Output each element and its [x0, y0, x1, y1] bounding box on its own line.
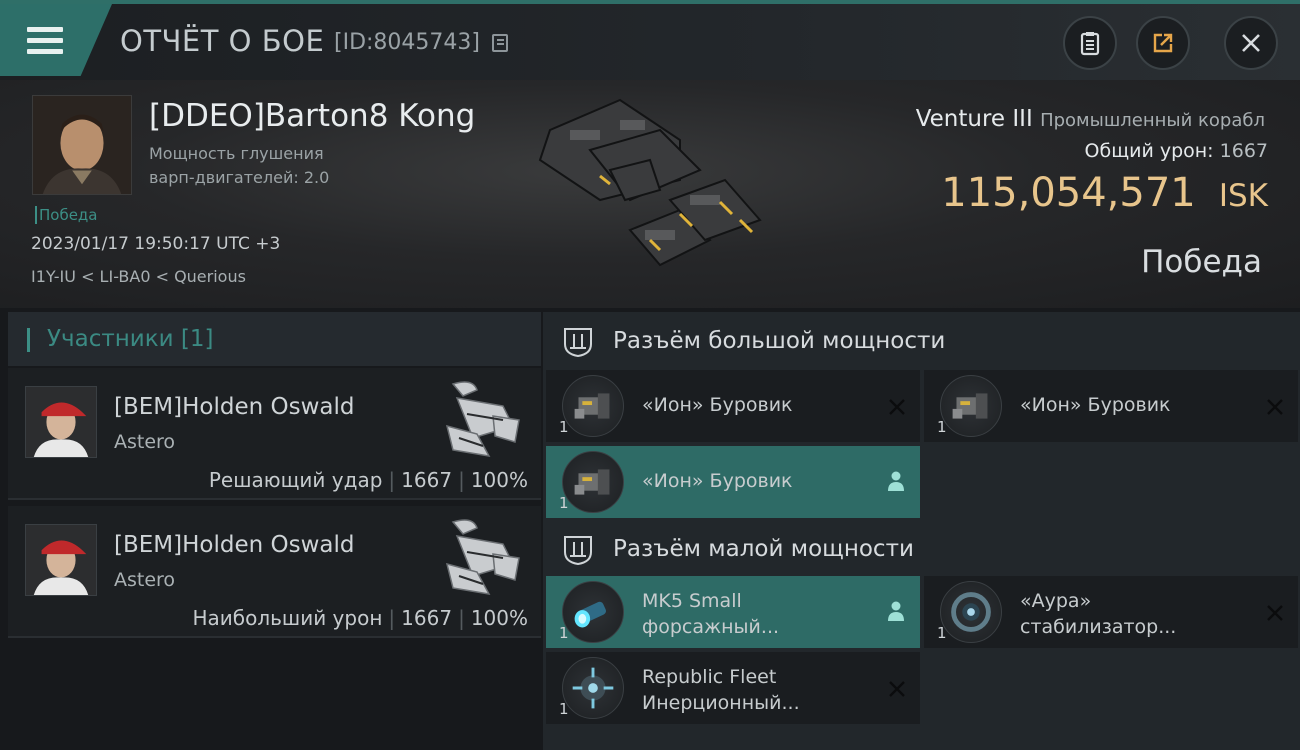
- module-name: MK5 Small форсажный...: [642, 590, 780, 638]
- high-slots-title: Разъём большой мощности: [613, 328, 946, 354]
- ship-class: Промышленный корабл: [1040, 110, 1265, 131]
- module-qty: 1: [559, 700, 569, 718]
- high-slots-header: Разъём большой мощности: [543, 314, 1300, 370]
- low-slots-header: Разъём малой мощности: [543, 522, 1300, 578]
- copy-icon[interactable]: [492, 34, 508, 52]
- isk-amount: 115,054,571: [941, 170, 1196, 216]
- slot-low-icon: [564, 536, 592, 566]
- pilot-icon: [888, 471, 904, 491]
- participant-percent: 100%: [470, 468, 528, 492]
- module-icon: [940, 581, 1002, 643]
- pilot-icon: [888, 601, 904, 621]
- participant-stats: Решающий удар | 1667 | 100%: [208, 468, 528, 492]
- participant-role: Наибольший урон: [192, 606, 383, 630]
- participant-stats: Наибольший урон | 1667 | 100%: [192, 606, 528, 630]
- participant-damage: 1667: [401, 468, 453, 492]
- module-slot[interactable]: 1 «Ион» Буровик: [546, 370, 920, 442]
- isk-value: 115,054,571 ISK: [941, 170, 1268, 216]
- module-slot[interactable]: 1 «Аура» стабилизатор...: [924, 576, 1298, 648]
- destroyed-x-icon: [889, 681, 905, 697]
- module-slot[interactable]: 1 «Ион» Буровик: [924, 370, 1298, 442]
- destroyed-x-icon: [1267, 399, 1283, 415]
- module-slot[interactable]: 1 Republic Fleet Инерционный...: [546, 652, 920, 724]
- close-icon: [1242, 34, 1260, 52]
- participant-damage: 1667: [401, 606, 453, 630]
- participant-name: [BEM]Holden Oswald: [114, 532, 355, 558]
- report-id: [ID:8045743]: [334, 30, 480, 55]
- participant-row[interactable]: [BEM]Holden Oswald Astero Решающий удар |…: [8, 368, 541, 500]
- module-qty: 1: [937, 418, 947, 436]
- participant-avatar: [25, 386, 97, 458]
- isk-currency: ISK: [1218, 178, 1268, 214]
- menu-icon[interactable]: [27, 27, 63, 55]
- total-damage: Общий урон: 1667: [1085, 140, 1268, 162]
- victim-name[interactable]: [DDEO]Barton8 Kong: [149, 98, 475, 134]
- participant-ship: Astero: [114, 569, 176, 591]
- participant-percent: 100%: [470, 606, 528, 630]
- result-tag: Победа: [35, 206, 98, 224]
- participants-title: Участники [1]: [47, 326, 214, 352]
- module-icon: [562, 657, 624, 719]
- participant-row[interactable]: [BEM]Holden Oswald Astero Наибольший уро…: [8, 506, 541, 638]
- participant-name: [BEM]Holden Oswald: [114, 394, 355, 420]
- module-qty: 1: [559, 494, 569, 512]
- victim-portrait[interactable]: [32, 95, 132, 195]
- module-name: Republic Fleet Инерционный...: [642, 666, 800, 714]
- page-title: ОТЧЁТ О БОЕ: [120, 24, 325, 58]
- share-icon: [1153, 33, 1173, 53]
- kill-location[interactable]: I1Y-IU < LI-BA0 < Querious: [31, 267, 246, 286]
- section-marker: [27, 328, 30, 352]
- module-icon: [562, 375, 624, 437]
- kill-summary: [DDEO]Barton8 Kong Мощность глушения вар…: [0, 80, 1300, 308]
- participant-ship-image: [445, 381, 520, 457]
- module-slot[interactable]: 1 MK5 Small форсажный...: [546, 576, 920, 648]
- clipboard-icon: [1080, 32, 1100, 56]
- total-damage-label: Общий урон:: [1084, 140, 1214, 162]
- warp-scram-line-1: Мощность глушения: [149, 144, 324, 163]
- ship-render: [538, 98, 762, 267]
- total-damage-value: 1667: [1219, 140, 1268, 162]
- module-icon: [562, 451, 624, 513]
- participant-role: Решающий удар: [208, 468, 383, 492]
- close-button[interactable]: [1224, 16, 1278, 70]
- destroyed-x-icon: [1267, 605, 1283, 621]
- module-name: «Аура» стабилизатор...: [1020, 590, 1177, 638]
- ship-name[interactable]: Venture III: [916, 106, 1033, 132]
- victim-avatar: [33, 96, 131, 194]
- slot-high-icon: [564, 328, 592, 358]
- result-label: Победа: [1141, 244, 1262, 280]
- clipboard-button[interactable]: [1063, 16, 1117, 70]
- ship-name-line: Venture III Промышленный корабл: [916, 106, 1265, 132]
- module-qty: 1: [559, 418, 569, 436]
- participants-header[interactable]: Участники [1]: [8, 312, 541, 366]
- module-qty: 1: [937, 624, 947, 642]
- module-qty: 1: [559, 624, 569, 642]
- warp-scram-line-2: варп-двигателей: 2.0: [149, 168, 330, 187]
- low-slots-title: Разъём малой мощности: [613, 536, 914, 562]
- participant-avatar: [25, 524, 97, 596]
- destroyed-x-icon: [889, 399, 905, 415]
- module-name: «Ион» Буровик: [642, 470, 793, 492]
- module-icon: [940, 375, 1002, 437]
- share-button[interactable]: [1136, 16, 1190, 70]
- module-name: «Ион» Буровик: [642, 394, 793, 416]
- module-icon: [562, 581, 624, 643]
- kill-datetime: 2023/01/17 19:50:17 UTC +3: [31, 234, 281, 254]
- participant-ship-image: [445, 519, 520, 595]
- module-slot[interactable]: 1 «Ион» Буровик: [546, 446, 920, 518]
- participant-ship: Astero: [114, 431, 176, 453]
- module-name: «Ион» Буровик: [1020, 394, 1171, 416]
